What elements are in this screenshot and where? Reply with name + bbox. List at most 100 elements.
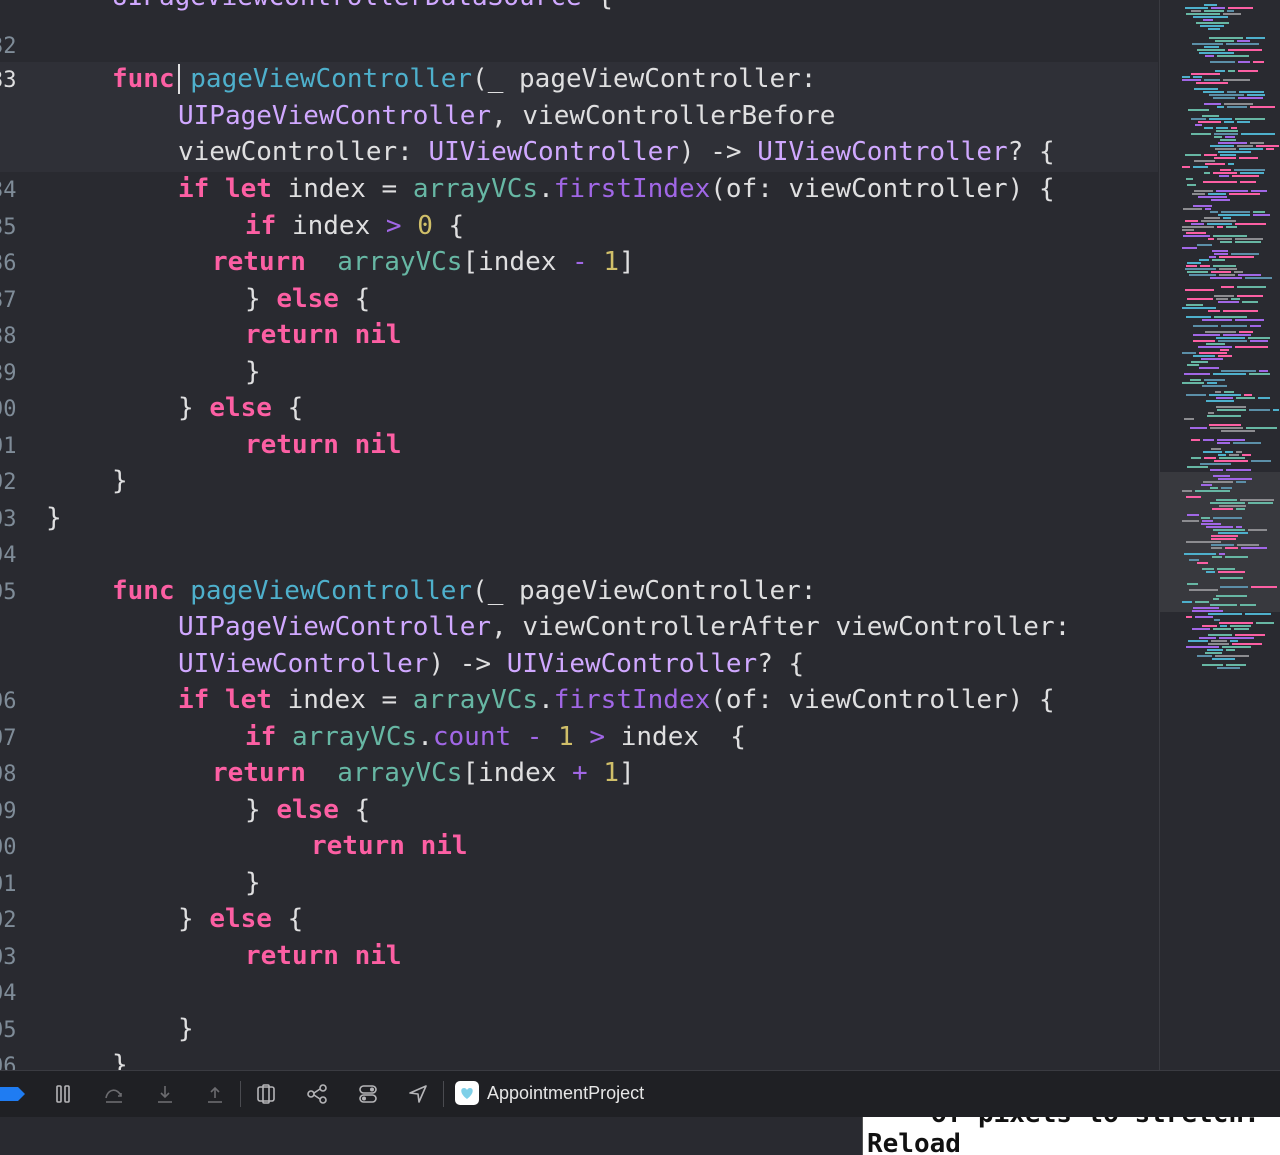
code-line[interactable]: return nil	[245, 320, 402, 350]
line-number[interactable]: 03	[0, 943, 30, 973]
code-token: ? {	[1007, 137, 1055, 167]
pause-icon[interactable]	[50, 1081, 76, 1107]
code-line[interactable]: viewController: UIViewController) -> UIV…	[178, 137, 1055, 167]
minimap-line	[1192, 43, 1223, 45]
minimap-line	[1206, 343, 1225, 345]
step-into-icon[interactable]	[152, 1081, 178, 1107]
minimap-line	[1246, 37, 1265, 39]
memory-graph-icon[interactable]	[304, 1081, 330, 1107]
minimap-line	[1234, 271, 1243, 273]
code-line[interactable]: func pageViewController(_ pageViewContro…	[112, 64, 816, 94]
code-token: }	[112, 466, 128, 496]
line-number[interactable]: 36	[0, 249, 30, 279]
minimap-line	[1208, 238, 1214, 240]
minimap-line	[1220, 139, 1236, 141]
minimap-line	[1225, 451, 1233, 453]
minimap-line	[1197, 49, 1225, 51]
minimap-line	[1198, 121, 1221, 123]
line-number[interactable]: 33	[0, 66, 30, 96]
code-line[interactable]: if let index = arrayVCs.firstIndex(of: v…	[178, 685, 1055, 715]
minimap-line	[1195, 601, 1209, 603]
code-line[interactable]: return nil	[245, 941, 402, 971]
line-number[interactable]: 02	[0, 906, 30, 936]
code-line[interactable]: }	[46, 503, 62, 533]
minimap-line	[1203, 481, 1233, 483]
minimap-line	[1219, 553, 1225, 555]
code-line[interactable]: }	[245, 868, 261, 898]
code-line[interactable]: if arrayVCs.count - 1 > index {	[245, 722, 746, 752]
code-line[interactable]: return arrayVCs[index + 1]	[212, 758, 635, 788]
line-number[interactable]: 00	[0, 833, 30, 863]
code-line[interactable]: return nil	[245, 430, 402, 460]
line-number[interactable]: 93	[0, 505, 30, 535]
debug-bar: AppointmentProject	[0, 1070, 1280, 1117]
minimap-line	[1190, 427, 1207, 429]
line-number[interactable]: 39	[0, 359, 30, 389]
line-number[interactable]: 32	[0, 32, 30, 62]
minimap-line	[1182, 79, 1201, 81]
minimap-line	[1203, 451, 1222, 453]
minimap-line	[1240, 604, 1256, 606]
code-line[interactable]: return nil	[311, 831, 468, 861]
line-number[interactable]: 38	[0, 322, 30, 352]
line-number[interactable]: 99	[0, 797, 30, 827]
debug-variables-pane[interactable]	[0, 1117, 861, 1155]
code-line[interactable]: }	[112, 466, 128, 496]
code-line[interactable]: } else {	[245, 795, 370, 825]
code-editor[interactable]: UIPageViewControllerDataSource { 32 33 func…	[0, 0, 1158, 1070]
line-number[interactable]: 90	[0, 395, 30, 425]
code-line[interactable]: } else {	[245, 284, 370, 314]
code-line[interactable]: UIViewController) -> UIViewController? {	[178, 649, 804, 679]
line-number[interactable]: 96	[0, 687, 30, 717]
minimap-line	[1217, 439, 1245, 441]
code-line[interactable]: UIPageViewControllerDataSource {	[112, 0, 613, 12]
line-number[interactable]: 95	[0, 578, 30, 608]
code-line[interactable]: if let index = arrayVCs.firstIndex(of: v…	[178, 174, 1055, 204]
line-number[interactable]: 37	[0, 286, 30, 316]
code-line[interactable]: }	[245, 357, 261, 387]
code-token: }	[178, 393, 210, 423]
minimap-line	[1214, 157, 1236, 159]
debug-console[interactable]: of pixels to stretch. Reload	[862, 1117, 1280, 1155]
line-number[interactable]: 01	[0, 870, 30, 900]
minimap-line	[1230, 640, 1238, 642]
code-token: let	[224, 685, 272, 715]
code-token: else	[276, 795, 339, 825]
line-number[interactable]: 98	[0, 760, 30, 790]
code-line[interactable]: } else {	[178, 393, 303, 423]
text-cursor	[178, 64, 180, 94]
minimap-line	[1199, 52, 1234, 54]
minimap-line	[1229, 193, 1260, 195]
minimap-line	[1189, 589, 1218, 591]
breakpoints-toggle-icon[interactable]	[0, 1081, 26, 1107]
line-number[interactable]: 91	[0, 432, 30, 462]
code-line[interactable]: UIPageViewController, viewControllerAfte…	[178, 612, 1070, 642]
step-over-icon[interactable]	[101, 1081, 127, 1107]
environment-overrides-icon[interactable]	[355, 1081, 381, 1107]
process-target[interactable]: AppointmentProject	[455, 1081, 644, 1105]
code-line[interactable]: }	[178, 1014, 194, 1044]
code-line[interactable]: UIPageViewController, viewControllerBefo…	[178, 101, 835, 131]
line-number[interactable]: 05	[0, 1016, 30, 1046]
line-number[interactable]: 94	[0, 541, 30, 571]
line-number[interactable]: 92	[0, 468, 30, 498]
line-number[interactable]: 35	[0, 213, 30, 243]
code-line[interactable]: return arrayVCs[index - 1]	[212, 247, 635, 277]
line-number[interactable]: 04	[0, 979, 30, 1009]
location-simulate-icon[interactable]	[405, 1081, 431, 1107]
line-number[interactable]: 06	[0, 1052, 30, 1070]
minimap-line	[1203, 439, 1214, 441]
code-line[interactable]: if index > 0 {	[245, 211, 464, 241]
step-out-icon[interactable]	[202, 1081, 228, 1107]
view-hierarchy-icon[interactable]	[253, 1081, 279, 1107]
minimap[interactable]	[1159, 0, 1280, 1070]
minimap-line	[1209, 256, 1216, 258]
line-number[interactable]: 34	[0, 176, 30, 206]
code-line[interactable]: } else {	[178, 904, 303, 934]
minimap-line	[1227, 10, 1234, 12]
line-number[interactable]: 97	[0, 724, 30, 754]
code-line[interactable]: }	[112, 1050, 128, 1070]
code-token: nil	[354, 320, 402, 350]
code-line[interactable]: func pageViewController(_ pageViewContro…	[112, 576, 816, 606]
